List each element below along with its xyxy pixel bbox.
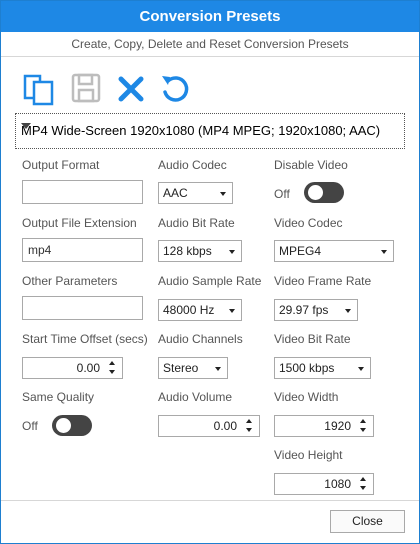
- video-codec-value: MPEG4: [279, 244, 322, 258]
- save-icon: [71, 73, 101, 103]
- start-time-offset-label: Start Time Offset (secs): [22, 332, 148, 346]
- chevron-down-icon: [358, 367, 364, 371]
- video-height-stepper[interactable]: 1080: [274, 473, 374, 495]
- audio-codec-select[interactable]: AAC: [158, 182, 233, 204]
- preset-select[interactable]: MP4 Wide-Screen 1920x1080 (MP4 MPEG; 192…: [15, 113, 405, 149]
- audio-sample-rate-label: Audio Sample Rate: [158, 274, 262, 288]
- video-bit-rate-label: Video Bit Rate: [274, 332, 351, 346]
- footer-divider: [1, 500, 419, 501]
- video-bit-rate-select[interactable]: 1500 kbps: [274, 357, 371, 379]
- copy-icon: [23, 74, 54, 106]
- chevron-down-icon: [215, 367, 221, 371]
- delete-icon: [118, 76, 144, 102]
- spin-down-icon[interactable]: [246, 428, 252, 432]
- video-height-value: 1080: [324, 477, 351, 491]
- chevron-down-icon: [229, 250, 235, 254]
- other-parameters-label: Other Parameters: [22, 274, 118, 288]
- start-time-offset-stepper[interactable]: 0.00: [22, 357, 123, 379]
- other-parameters-field[interactable]: [22, 296, 143, 320]
- video-codec-label: Video Codec: [274, 216, 343, 230]
- video-width-value: 1920: [324, 419, 351, 433]
- spin-up-icon[interactable]: [360, 477, 366, 481]
- audio-sample-rate-value: 48000 Hz: [163, 303, 215, 317]
- chevron-down-icon: [381, 250, 387, 254]
- audio-volume-stepper[interactable]: 0.00: [158, 415, 260, 437]
- audio-bit-rate-value: 128 kbps: [163, 244, 212, 258]
- audio-channels-value: Stereo: [163, 361, 199, 375]
- spin-up-icon[interactable]: [109, 361, 115, 365]
- video-codec-select[interactable]: MPEG4: [274, 240, 394, 262]
- chevron-down-icon: [220, 192, 226, 196]
- audio-bit-rate-select[interactable]: 128 kbps: [158, 240, 242, 262]
- same-quality-state: Off: [22, 419, 38, 433]
- disable-video-state: Off: [274, 187, 290, 201]
- chevron-down-icon: [21, 123, 31, 129]
- disable-video-toggle[interactable]: [304, 182, 344, 203]
- reset-preset-button[interactable]: [157, 69, 195, 107]
- audio-volume-value: 0.00: [213, 419, 237, 433]
- audio-bit-rate-label: Audio Bit Rate: [158, 216, 235, 230]
- chevron-down-icon: [229, 309, 235, 313]
- output-file-extension-field[interactable]: mp4: [22, 238, 143, 262]
- save-preset-button[interactable]: [68, 69, 106, 107]
- audio-sample-rate-select[interactable]: 48000 Hz: [158, 299, 242, 321]
- conversion-presets-window: Conversion Presets Create, Copy, Delete …: [0, 0, 420, 544]
- toggle-knob: [56, 418, 71, 433]
- disable-video-label: Disable Video: [274, 158, 348, 172]
- video-frame-rate-label: Video Frame Rate: [274, 274, 372, 288]
- spin-up-icon[interactable]: [246, 419, 252, 423]
- close-button[interactable]: Close: [330, 510, 405, 533]
- video-width-stepper[interactable]: 1920: [274, 415, 374, 437]
- same-quality-toggle[interactable]: [52, 415, 92, 436]
- same-quality-label: Same Quality: [22, 390, 95, 404]
- audio-channels-select[interactable]: Stereo: [158, 357, 228, 379]
- audio-channels-label: Audio Channels: [158, 332, 243, 346]
- copy-preset-button[interactable]: [21, 69, 59, 107]
- spin-up-icon[interactable]: [360, 419, 366, 423]
- reset-icon: [162, 76, 189, 102]
- start-time-offset-value: 0.00: [76, 361, 100, 375]
- title-bar: Conversion Presets: [1, 1, 419, 32]
- delete-preset-button[interactable]: [112, 69, 150, 107]
- spin-down-icon[interactable]: [360, 428, 366, 432]
- toggle-knob: [308, 185, 323, 200]
- video-height-label: Video Height: [274, 448, 343, 462]
- output-format-field[interactable]: [22, 180, 143, 204]
- audio-codec-value: AAC: [163, 186, 188, 200]
- audio-volume-label: Audio Volume: [158, 390, 233, 404]
- output-format-label: Output Format: [22, 158, 100, 172]
- preset-select-value: MP4 Wide-Screen 1920x1080 (MP4 MPEG; 192…: [21, 123, 381, 138]
- spin-down-icon[interactable]: [109, 370, 115, 374]
- chevron-down-icon: [345, 309, 351, 313]
- video-width-label: Video Width: [274, 390, 339, 404]
- video-frame-rate-select[interactable]: 29.97 fps: [274, 299, 358, 321]
- spin-down-icon[interactable]: [360, 486, 366, 490]
- video-frame-rate-value: 29.97 fps: [279, 303, 329, 317]
- video-bit-rate-value: 1500 kbps: [279, 361, 335, 375]
- output-file-extension-label: Output File Extension: [22, 216, 137, 230]
- audio-codec-label: Audio Codec: [158, 158, 227, 172]
- window-subtitle: Create, Copy, Delete and Reset Conversio…: [1, 32, 419, 57]
